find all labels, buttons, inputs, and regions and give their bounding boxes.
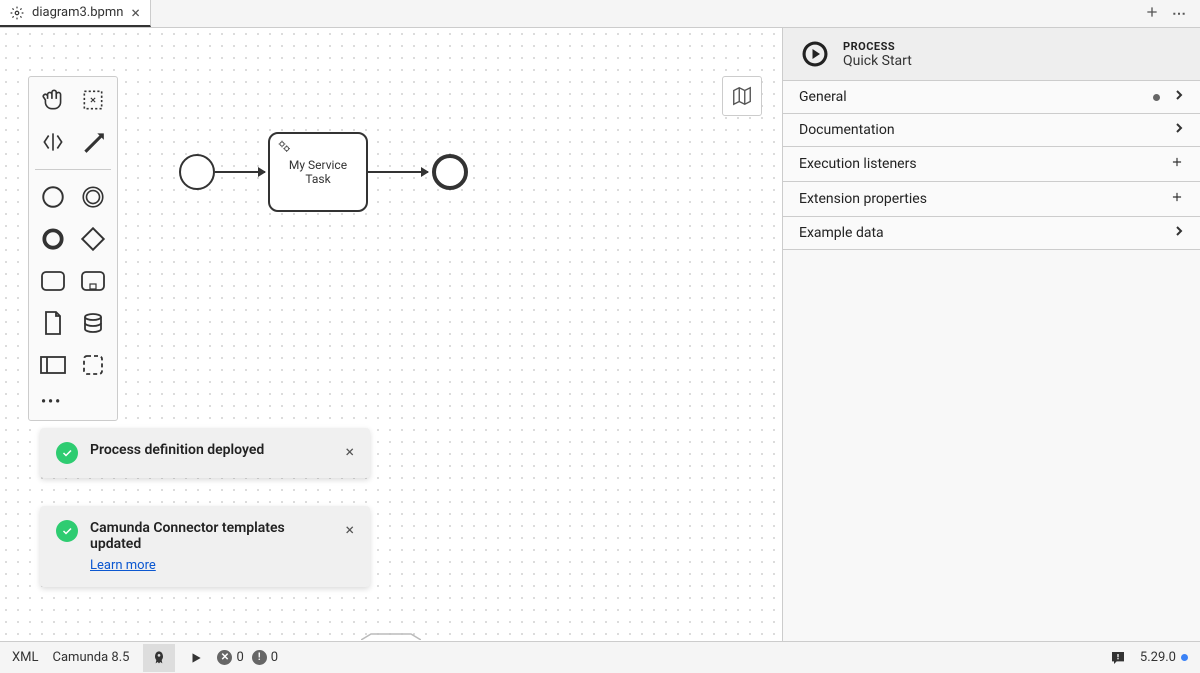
panel-type-label: PROCESS <box>843 40 912 53</box>
chevron-right-icon <box>1174 122 1184 138</box>
tab-active[interactable]: diagram3.bpmn × <box>0 0 151 27</box>
chevron-right-icon <box>1174 225 1184 241</box>
service-task-icon <box>276 138 292 157</box>
lasso-tool[interactable] <box>75 83 111 117</box>
bpmn-end-event[interactable] <box>432 154 468 190</box>
group-tool[interactable] <box>75 348 111 382</box>
toast-templates: Camunda Connector templates updated Lear… <box>40 506 370 587</box>
minimap-toggle[interactable] <box>722 76 762 116</box>
end-event-tool[interactable] <box>35 222 71 256</box>
palette-more[interactable]: ••• <box>35 390 111 414</box>
gear-icon <box>10 6 24 20</box>
toast-close-icon[interactable]: × <box>345 442 354 461</box>
status-engine[interactable]: Camunda 8.5 <box>53 650 130 665</box>
panel-subtitle: Quick Start <box>843 53 912 69</box>
toast-deployed: Process definition deployed × <box>40 428 370 478</box>
new-tab-icon[interactable] <box>1144 4 1160 24</box>
subprocess-tool[interactable] <box>75 264 111 298</box>
toast-title: Camunda Connector templates updated <box>90 520 333 552</box>
tab-close-icon[interactable]: × <box>131 5 140 21</box>
start-event-tool[interactable] <box>35 180 71 214</box>
panel-drag-handle[interactable] <box>351 631 431 641</box>
feedback-icon[interactable] <box>1110 650 1126 666</box>
tab-title: diagram3.bpmn <box>32 5 123 20</box>
bpmn-sequence-flow[interactable] <box>368 171 428 173</box>
bpmn-sequence-flow[interactable] <box>215 171 265 173</box>
more-icon[interactable]: ⋯ <box>1172 6 1188 22</box>
toast-close-icon[interactable]: × <box>345 520 354 539</box>
panel-section-execution-listeners[interactable]: Execution listeners <box>783 146 1200 181</box>
intermediate-event-tool[interactable] <box>75 180 111 214</box>
status-bar: XML Camunda 8.5 ✕ 0 ! 0 5.29.0 <box>0 641 1200 673</box>
success-icon <box>56 442 78 464</box>
tool-palette: ••• <box>28 76 118 421</box>
plus-icon[interactable] <box>1170 155 1184 173</box>
connect-tool[interactable] <box>75 125 111 159</box>
toast-link[interactable]: Learn more <box>90 558 156 573</box>
bpmn-start-event[interactable] <box>179 154 215 190</box>
panel-section-example-data[interactable]: Example data <box>783 216 1200 250</box>
status-errors[interactable]: ✕ 0 ! 0 <box>217 650 278 665</box>
data-object-tool[interactable] <box>35 306 71 340</box>
plus-icon[interactable] <box>1170 190 1184 208</box>
success-icon <box>56 520 78 542</box>
status-xml[interactable]: XML <box>12 650 39 665</box>
data-store-tool[interactable] <box>75 306 111 340</box>
warning-icon: ! <box>252 650 267 665</box>
status-version[interactable]: 5.29.0 <box>1140 650 1188 665</box>
process-icon <box>799 38 831 70</box>
participant-tool[interactable] <box>35 348 71 382</box>
space-tool[interactable] <box>35 125 71 159</box>
properties-panel: PROCESS Quick Start General Documentatio… <box>782 28 1200 641</box>
panel-section-general[interactable]: General <box>783 80 1200 113</box>
task-label: My Service Task <box>276 158 360 186</box>
panel-section-extension-properties[interactable]: Extension properties <box>783 181 1200 216</box>
indicator-dot <box>1153 94 1160 101</box>
run-button[interactable] <box>189 651 203 665</box>
chevron-right-icon <box>1174 89 1184 105</box>
task-tool[interactable] <box>35 264 71 298</box>
update-dot <box>1181 654 1188 661</box>
gateway-tool[interactable] <box>75 222 111 256</box>
deploy-button[interactable] <box>143 644 175 672</box>
bpmn-service-task[interactable]: My Service Task <box>268 132 368 212</box>
panel-header: PROCESS Quick Start <box>783 28 1200 80</box>
canvas[interactable]: ••• My Service Task Process definition d… <box>0 28 782 641</box>
hand-tool[interactable] <box>35 83 71 117</box>
tab-bar: diagram3.bpmn × ⋯ <box>0 0 1200 28</box>
panel-section-documentation[interactable]: Documentation <box>783 113 1200 146</box>
error-icon: ✕ <box>217 650 232 665</box>
toast-title: Process definition deployed <box>90 442 333 458</box>
